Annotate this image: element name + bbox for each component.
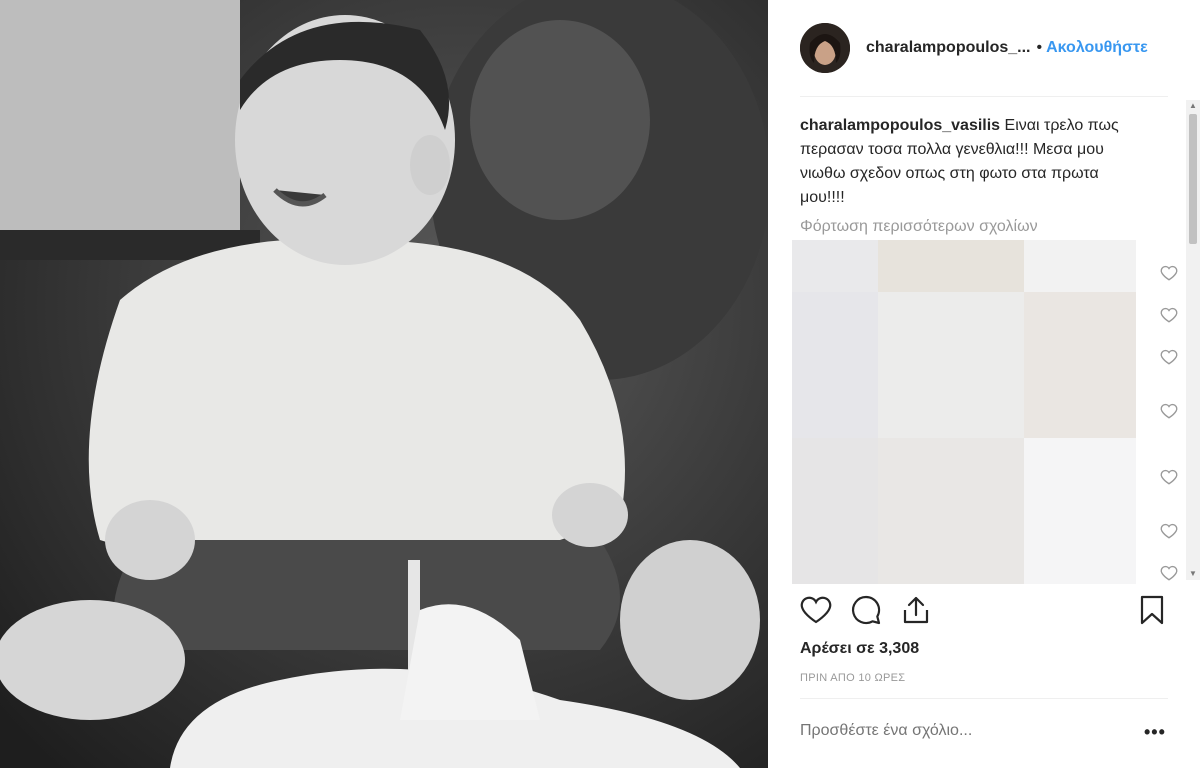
avatar[interactable]	[800, 23, 850, 73]
add-comment-input[interactable]	[800, 722, 1100, 740]
like-heart-icon[interactable]	[800, 594, 832, 626]
comment-bubble-icon[interactable]	[850, 594, 882, 626]
comments-list	[792, 240, 1178, 584]
blurred-comment-block	[1024, 438, 1136, 584]
post-sidebar: charalampopoulos_... • Ακολουθήστε chara…	[768, 0, 1200, 768]
post-actions	[800, 594, 1168, 628]
blurred-comment-block	[792, 240, 878, 292]
share-upload-icon[interactable]	[900, 594, 932, 626]
blurred-comment-block	[878, 292, 1024, 438]
comment-like-heart-icon[interactable]	[1160, 564, 1178, 582]
blurred-comment-block	[878, 438, 1024, 584]
blurred-comment-block	[878, 240, 1024, 292]
scrollbar-thumb[interactable]	[1189, 114, 1197, 244]
comment-like-heart-icon[interactable]	[1160, 348, 1178, 366]
blurred-comment-block	[1024, 240, 1136, 292]
baby-birthday-photo-icon	[0, 0, 768, 768]
more-options-icon[interactable]: •••	[1144, 722, 1166, 743]
comment-like-heart-icon[interactable]	[1160, 402, 1178, 420]
post-photo[interactable]	[0, 0, 768, 768]
caption-username[interactable]: charalampopoulos_vasilis	[800, 117, 1000, 134]
post-caption: charalampopoulos_vasilis Ειναι τρελο πως…	[800, 114, 1140, 210]
divider	[800, 698, 1168, 699]
header-separator: •	[1036, 39, 1043, 56]
post-timestamp[interactable]: ΠΡΙΝ ΑΠΟ 10 ΩΡΕΣ	[800, 672, 905, 684]
header-username[interactable]: charalampopoulos_...	[866, 39, 1030, 57]
comment-like-heart-icon[interactable]	[1160, 522, 1178, 540]
load-more-comments-link[interactable]: Φόρτωση περισσότερων σχολίων	[800, 218, 1038, 236]
comment-like-heart-icon[interactable]	[1160, 264, 1178, 282]
bookmark-save-icon[interactable]	[1136, 594, 1168, 626]
comments-scrollbar[interactable]: ▲ ▼	[1186, 100, 1200, 580]
follow-button[interactable]: Ακολουθήστε	[1046, 39, 1150, 57]
post-header: charalampopoulos_... • Ακολουθήστε	[800, 22, 1168, 74]
comment-like-heart-icon[interactable]	[1160, 306, 1178, 324]
scroll-up-arrow-icon[interactable]: ▲	[1189, 102, 1197, 110]
likes-count[interactable]: Αρέσει σε 3,308	[800, 640, 919, 658]
blurred-comment-block	[792, 438, 878, 584]
scroll-down-arrow-icon[interactable]: ▼	[1189, 570, 1197, 578]
comment-like-heart-icon[interactable]	[1160, 468, 1178, 486]
divider	[800, 96, 1168, 97]
blurred-comment-block	[1024, 292, 1136, 438]
user-avatar-icon	[800, 23, 850, 73]
blurred-comment-block	[792, 292, 878, 438]
